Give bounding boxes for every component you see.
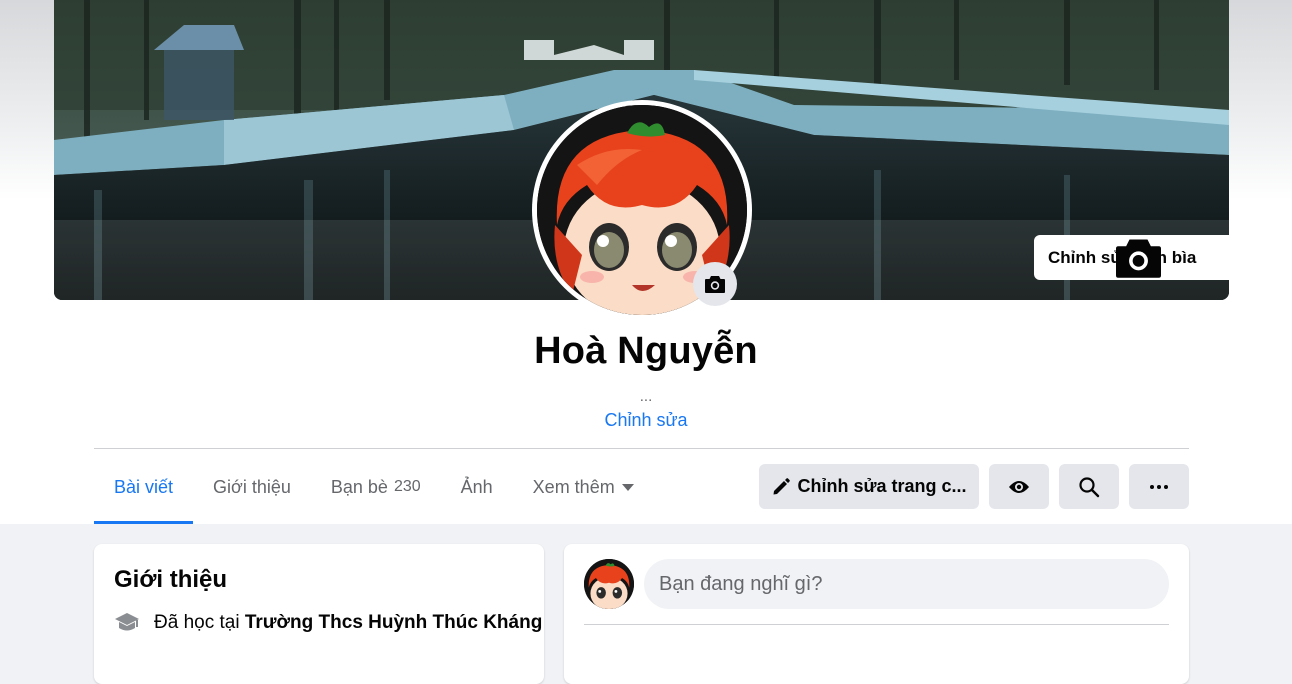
- post-composer: Bạn đang nghĩ gì?: [564, 544, 1189, 684]
- tab-more-label: Xem thêm: [532, 476, 615, 497]
- tab-photos-label: Ảnh: [460, 476, 493, 497]
- profile-tabs: Bài viết Giới thiệu Bạn bè 230 Ảnh Xem t…: [94, 450, 655, 524]
- edit-bio-row: Chỉnh sửa: [0, 410, 1292, 431]
- eye-icon: [1009, 480, 1029, 493]
- tab-posts[interactable]: Bài viết: [94, 450, 194, 524]
- edit-profile-button[interactable]: Chỉnh sửa trang c...: [759, 464, 979, 509]
- intro-education-text: Đã học tại Trường Thcs Huỳnh Thúc Kháng: [154, 612, 542, 634]
- tab-about[interactable]: Giới thiệu: [193, 450, 311, 524]
- avatar-camera-button[interactable]: [693, 262, 737, 306]
- view-as-button[interactable]: [989, 464, 1049, 509]
- search-icon: [1079, 476, 1100, 497]
- friends-count: 230: [393, 478, 421, 495]
- pencil-icon: [773, 477, 791, 494]
- search-button[interactable]: [1059, 464, 1119, 509]
- intro-title: Giới thiệu: [114, 566, 228, 593]
- graduation-cap-icon: [115, 613, 139, 631]
- camera-icon: [705, 276, 725, 293]
- tab-more[interactable]: Xem thêm: [513, 450, 655, 524]
- intro-education-item: Đã học tại Trường Thcs Huỳnh Thúc Kháng: [114, 612, 542, 634]
- avatar-illustration: [584, 559, 634, 609]
- more-options-button[interactable]: [1129, 464, 1189, 509]
- tab-photos[interactable]: Ảnh: [441, 450, 513, 524]
- header-divider: [94, 448, 1189, 449]
- tab-posts-label: Bài viết: [114, 476, 174, 497]
- camera-icon: [1116, 239, 1161, 278]
- intro-school-link[interactable]: Trường Thcs Huỳnh Thúc Kháng: [245, 612, 543, 633]
- tab-about-label: Giới thiệu: [213, 476, 291, 497]
- edit-cover-button[interactable]: Chỉnh sửa ảnh bìa: [1034, 235, 1229, 280]
- intro-education-prefix: Đã học tại: [154, 612, 240, 633]
- tab-friends-label: Bạn bè: [330, 476, 388, 497]
- more-icon: [1150, 484, 1168, 489]
- intro-card: Giới thiệu Đã học tại Trường Thcs Huỳnh …: [94, 544, 544, 684]
- edit-bio-link[interactable]: Chỉnh sửa: [604, 410, 687, 430]
- profile-bio: ...: [639, 388, 653, 405]
- edit-profile-label: Chỉnh sửa trang c...: [797, 476, 967, 496]
- composer-input[interactable]: Bạn đang nghĩ gì?: [644, 559, 1169, 609]
- caret-down-icon: [621, 484, 634, 491]
- tab-friends[interactable]: Bạn bè 230: [311, 450, 441, 524]
- composer-divider: [584, 624, 1169, 625]
- composer-avatar[interactable]: [584, 559, 634, 609]
- profile-actions: Chỉnh sửa trang c...: [759, 464, 1189, 509]
- profile-header: Chỉnh sửa ảnh bìa: [0, 0, 1292, 524]
- profile-name: Hoà Nguyễn: [534, 330, 758, 372]
